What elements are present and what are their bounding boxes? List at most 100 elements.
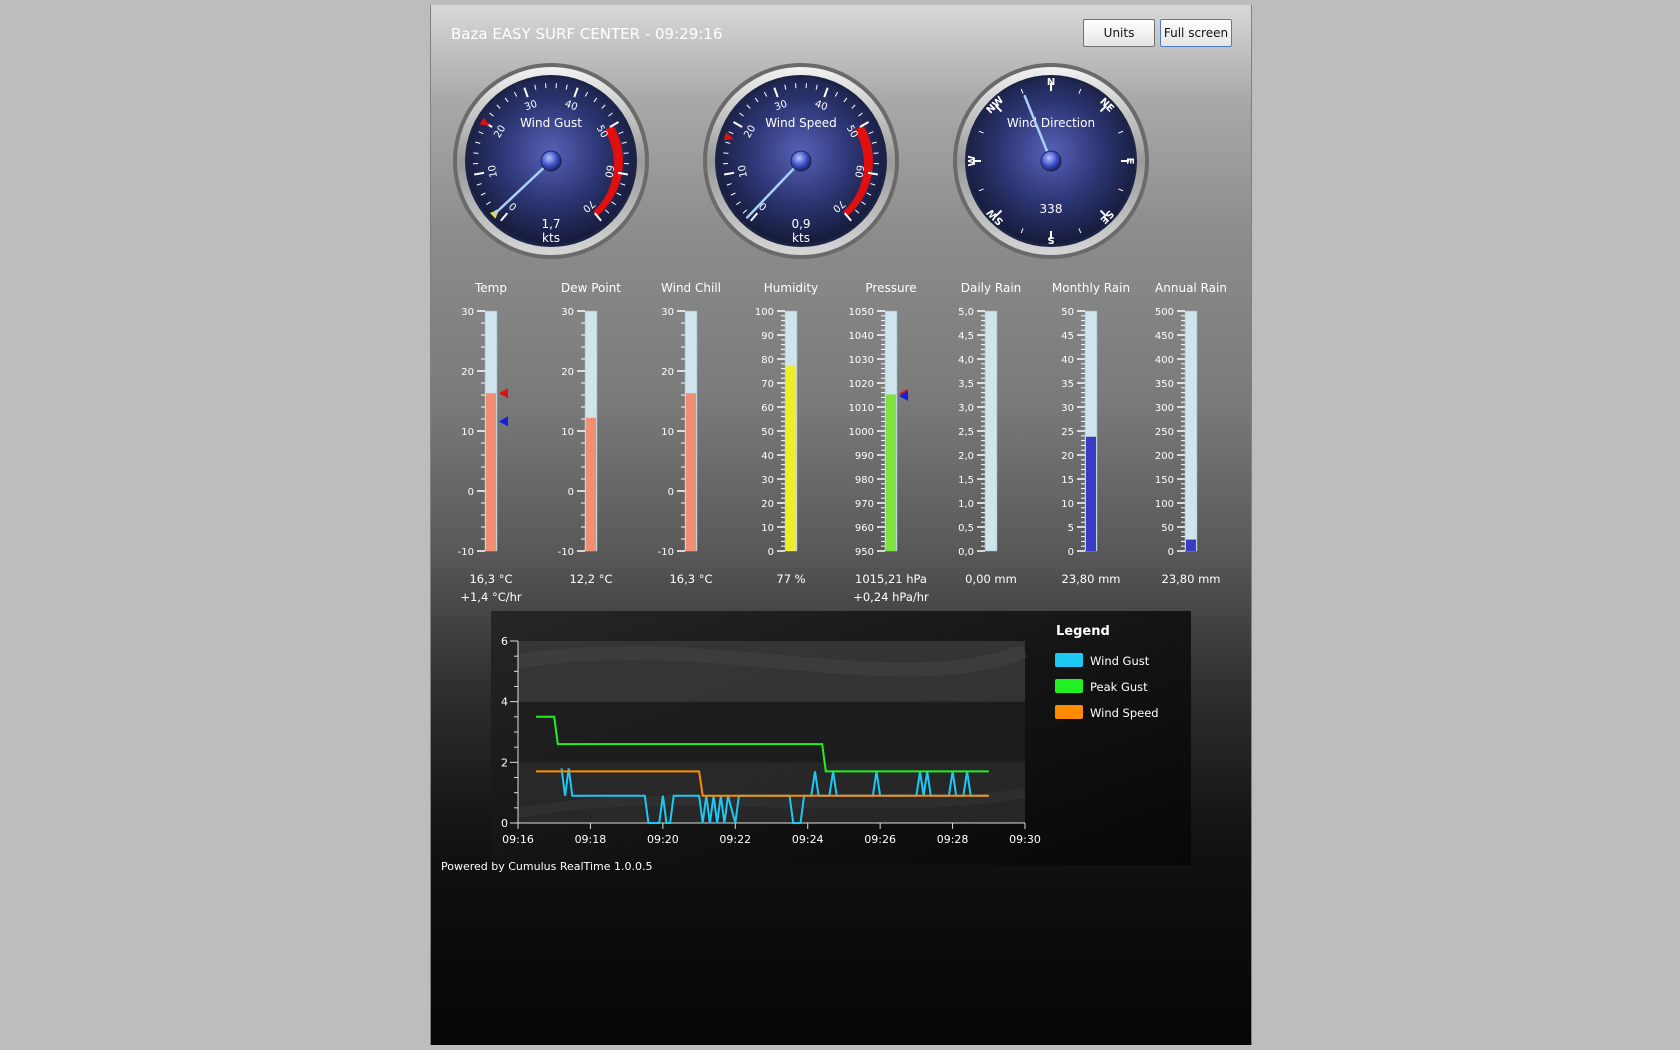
gauge-value: 338	[1040, 202, 1063, 216]
meter-tick-label: 50	[1061, 307, 1074, 318]
legend-swatch	[1055, 705, 1083, 719]
widgets-canvas: 0102030 40506070Wind Gust1,7kts0102030 405…	[453, 63, 1227, 865]
meter-tick-label: 1050	[849, 307, 874, 318]
meter-fill	[1186, 539, 1196, 551]
meter-trend: +0,24 hPa/hr	[853, 590, 929, 604]
meter-tick-label: 450	[1155, 331, 1174, 342]
x-tick-label: 09:26	[864, 833, 896, 846]
y-tick-label: 4	[501, 696, 508, 709]
dashboard-window: Baza EASY SURF CENTER - 09:29:16 Units F…	[430, 5, 1252, 1045]
meter-tick-label: 0	[768, 547, 774, 558]
meter-tick-label: 0	[668, 487, 674, 498]
meter-tick-label: 350	[1155, 379, 1174, 390]
meter-title: Dew Point	[561, 281, 621, 295]
meter-tick-label: 20	[661, 367, 674, 378]
meter-tick-label: 5	[1068, 523, 1074, 534]
meter-tick-label: 980	[855, 475, 874, 486]
chart-band	[518, 701, 1025, 763]
meter-tick-label: 0	[1168, 547, 1174, 558]
meter-tick-label: 30	[661, 307, 674, 318]
humidity-meter: Humidity100908070605040302010077 %	[755, 281, 818, 586]
meter-trend: +1,4 °C/hr	[460, 590, 522, 604]
meter-tick-label: -10	[458, 547, 474, 558]
meter-tick-label: 80	[761, 355, 774, 366]
x-tick-label: 09:16	[502, 833, 534, 846]
y-tick-label: 6	[501, 635, 508, 648]
meter-title: Wind Chill	[661, 281, 721, 295]
wind-chart: 0 2 4 6 09:16 09:18 09:20 09:22 09:24 09:26 09:28 0…	[491, 611, 1191, 865]
meter-tick-label: 3,5	[958, 379, 974, 390]
meter-tick-label: 960	[855, 523, 874, 534]
annual-rain-meter: Annual Rain50045040035030025020015010050…	[1155, 281, 1227, 586]
meter-tick-label: 90	[761, 331, 774, 342]
dial-tick	[473, 152, 479, 154]
gauge-hub	[1040, 150, 1062, 172]
meter-tick-label: 10	[1061, 499, 1074, 510]
meter-tick-label: 1000	[849, 427, 874, 438]
meter-tick-label: 970	[855, 499, 874, 510]
legend-title: Legend	[1056, 624, 1110, 639]
x-tick-label: 09:30	[1009, 833, 1041, 846]
meter-tick-label: 400	[1155, 355, 1174, 366]
legend-swatch	[1055, 653, 1083, 667]
gauge-unit: kts	[542, 231, 560, 245]
meter-tick-label: 40	[1061, 355, 1074, 366]
meter-value: 16,3 °C	[669, 572, 712, 586]
dial-tick-label: 60	[852, 164, 865, 178]
meter-tube	[1184, 310, 1198, 552]
compass-point-label: W	[967, 155, 978, 166]
meter-tick-label: 150	[1155, 475, 1174, 486]
compass-point-label: E	[1124, 158, 1135, 165]
meter-tick-label: 0,5	[958, 523, 974, 534]
gauge-title: Wind Speed	[765, 116, 837, 130]
temp-meter: Temp 30 20 10 0 -10 16,3 °C +1,4 °C/hr	[458, 281, 522, 604]
legend-label: Peak Gust	[1090, 680, 1148, 694]
meter-tick-label: 30	[1061, 403, 1074, 414]
meter-tick-label: 5,0	[958, 307, 974, 318]
meter-tick-label: 0	[1068, 547, 1074, 558]
meter-fill	[1086, 436, 1096, 551]
meter-tick-label: 3,0	[958, 403, 974, 414]
meter-tick-label: 1010	[849, 403, 874, 414]
meter-tick-label: 2,0	[958, 451, 974, 462]
dial-tick-label: 60	[602, 164, 615, 178]
meter-tick-label: 1030	[849, 355, 874, 366]
meter-tick-label: 35	[1061, 379, 1074, 390]
meter-tick-label: 15	[1061, 475, 1074, 486]
meter-tick-label: 100	[755, 307, 774, 318]
legend-swatch	[1055, 679, 1083, 693]
meter-tick-label: 100	[1155, 499, 1174, 510]
meter-tick-label: 10	[461, 427, 474, 438]
meter-tick-label: 200	[1155, 451, 1174, 462]
meter-fill	[686, 393, 696, 551]
gauge-value: 1,7	[541, 217, 560, 231]
meter-title: Monthly Rain	[1052, 281, 1130, 295]
meter-tick-label: 50	[761, 427, 774, 438]
meter-value: 23,80 mm	[1062, 572, 1121, 586]
meter-tick-label: 0,0	[958, 547, 974, 558]
meter-tick-label: 10	[561, 427, 574, 438]
y-tick-label: 0	[501, 817, 508, 830]
meter-tick-label: 950	[855, 547, 874, 558]
gauge-title: Wind Direction	[1007, 116, 1095, 130]
meter-title: Annual Rain	[1155, 281, 1227, 295]
meter-value: 12,2 °C	[569, 572, 612, 586]
footer-text: Powered by Cumulus RealTime 1.0.0.5	[441, 860, 653, 873]
meter-value: 16,3 °C	[469, 572, 512, 586]
dew-point-meter: Dew Point 30 20 10 0 -10 12,2 °C	[558, 281, 622, 586]
meter-tick-label: 20	[1061, 451, 1074, 462]
meter-value: 77 %	[776, 572, 805, 586]
gauge-unit: kts	[792, 231, 810, 245]
meter-value: 23,80 mm	[1162, 572, 1221, 586]
meter-tick-label: 0	[568, 487, 574, 498]
legend-label: Wind Gust	[1090, 654, 1150, 668]
meter-tick-label: 300	[1155, 403, 1174, 414]
dial-tick	[723, 152, 729, 154]
y-tick-label: 2	[501, 756, 508, 769]
meter-tick-label: 4,5	[958, 331, 974, 342]
meter-tick-label: 10	[661, 427, 674, 438]
x-tick-label: 09:28	[937, 833, 969, 846]
compass-point-label: N	[1047, 77, 1055, 88]
meter-fill	[486, 393, 496, 551]
meter-fill	[886, 394, 896, 551]
